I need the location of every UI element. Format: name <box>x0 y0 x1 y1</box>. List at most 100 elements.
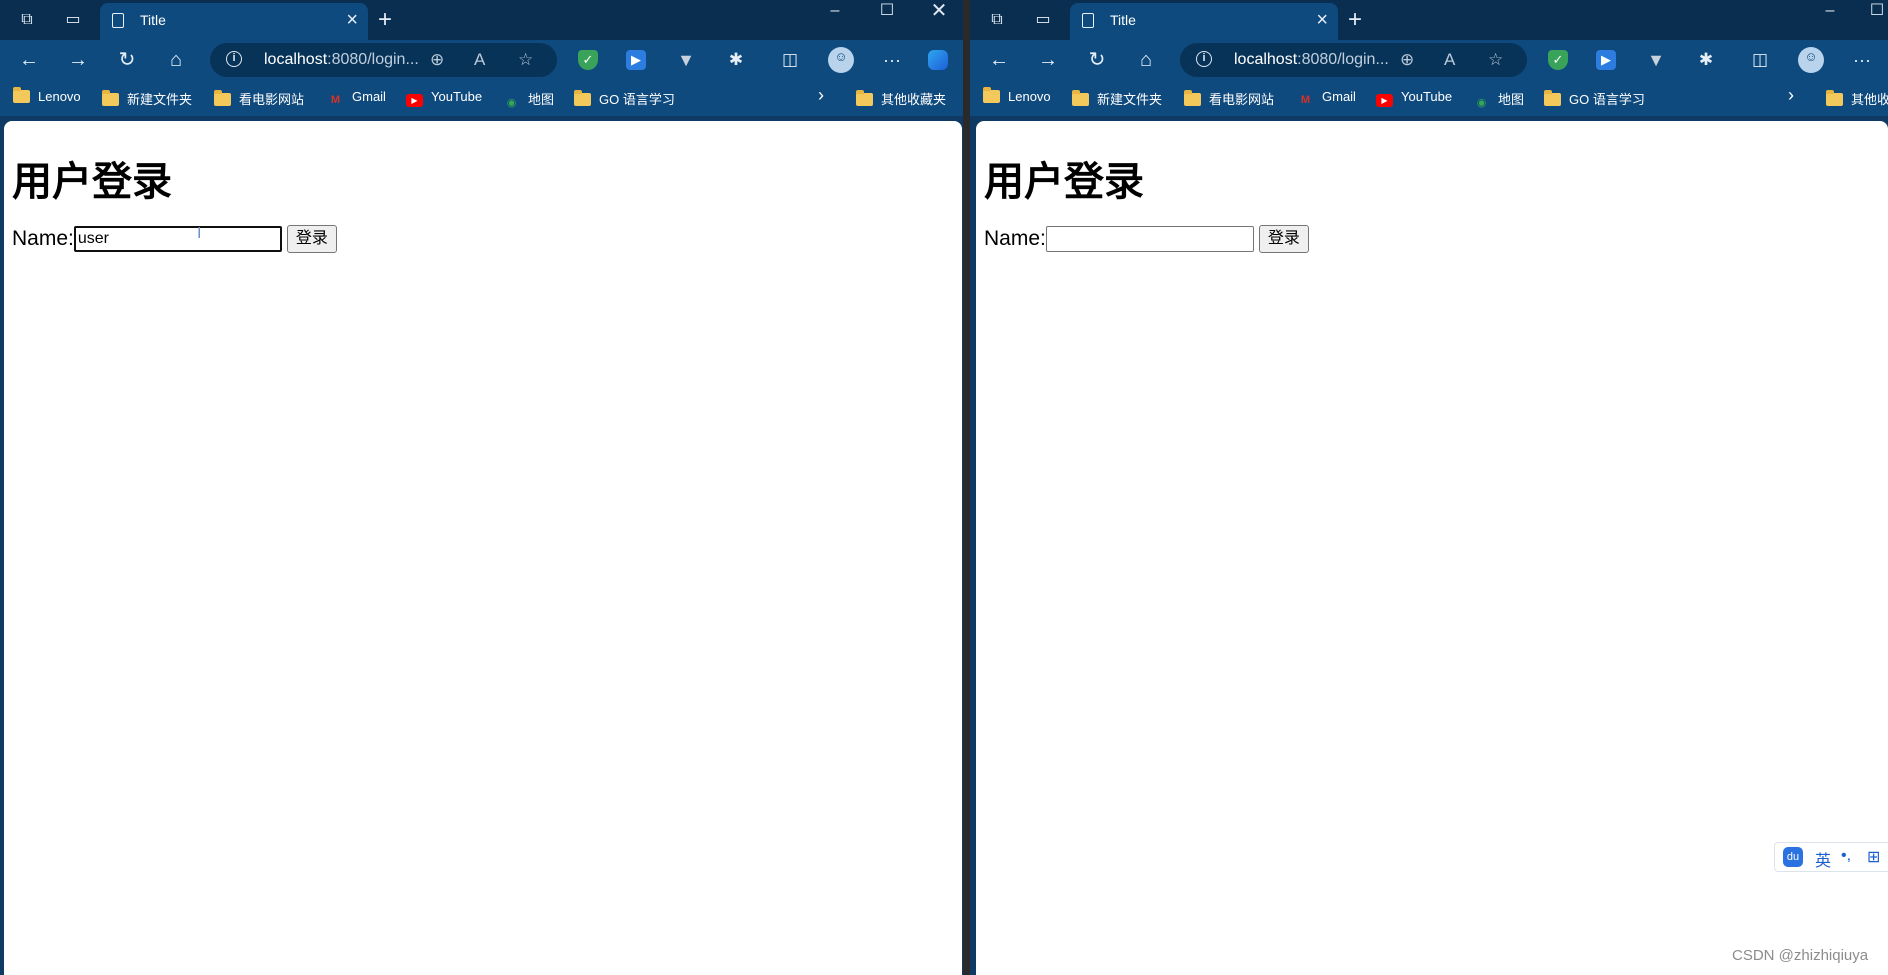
zoom-icon[interactable]: ⊕ <box>430 50 444 70</box>
bookmark-new-folder[interactable]: 新建文件夹 <box>102 89 192 108</box>
bookmark-go-learning[interactable]: GO 语言学习 <box>574 89 675 108</box>
login-button[interactable]: 登录 <box>286 225 337 253</box>
title-bar: ⧉ ▭ Title × + – ☐ <box>970 0 1888 40</box>
url-text: localhost:8080/login... <box>264 51 419 68</box>
tab-title: Title <box>140 12 166 28</box>
bookmark-lenovo[interactable]: Lenovo <box>983 87 1051 104</box>
zoom-icon[interactable]: ⊕ <box>1400 50 1414 70</box>
shield-extension-icon[interactable]: ✓ <box>1548 50 1568 70</box>
bookmark-youtube[interactable]: ▶ YouTube <box>406 89 482 107</box>
more-menu-icon[interactable]: ··· <box>1852 50 1872 70</box>
tab-active[interactable]: Title × <box>1070 3 1338 40</box>
ime-logo-icon[interactable]: du <box>1783 847 1803 867</box>
shield-extension-icon[interactable]: ✓ <box>578 50 598 70</box>
bookmark-new-folder[interactable]: 新建文件夹 <box>1072 89 1162 108</box>
tab-actions-icon[interactable]: ▭ <box>1033 10 1053 30</box>
login-button[interactable]: 登录 <box>1258 225 1309 253</box>
new-tab-icon[interactable]: + <box>1348 6 1362 34</box>
name-input[interactable]: user <box>73 226 282 252</box>
split-screen-icon[interactable]: ◫ <box>1750 50 1770 70</box>
minimize-icon[interactable]: – <box>812 0 858 26</box>
address-bar[interactable]: i localhost:8080/login... ⊕ A ☆ <box>210 43 557 77</box>
name-input[interactable] <box>1045 226 1254 252</box>
home-icon[interactable]: ⌂ <box>162 48 190 72</box>
forward-icon[interactable]: → <box>64 48 92 72</box>
site-info-icon[interactable]: i <box>1196 51 1212 67</box>
back-icon[interactable]: ← <box>985 48 1013 72</box>
folder-icon <box>1184 90 1201 106</box>
new-tab-icon[interactable]: + <box>378 6 392 34</box>
gmail-icon: M <box>330 94 341 106</box>
forward-icon[interactable]: → <box>1034 48 1062 72</box>
bookmarks-overflow-icon[interactable]: › <box>818 85 824 106</box>
browser-window-right: ⧉ ▭ Title × + – ☐ ← → ↻ ⌂ i localhost:80… <box>970 0 1888 975</box>
folder-icon <box>1072 90 1089 106</box>
tab-title: Title <box>1110 12 1136 28</box>
page-icon <box>1082 13 1094 28</box>
extensions-icon[interactable]: ✱ <box>726 50 746 70</box>
folder-icon <box>574 90 591 106</box>
youtube-icon: ▶ <box>1376 94 1393 107</box>
bookmark-lenovo[interactable]: Lenovo <box>13 87 81 104</box>
folder-icon <box>856 90 873 106</box>
extensions-icon[interactable]: ✱ <box>1696 50 1716 70</box>
maps-icon: ◉ <box>506 97 517 109</box>
bookmarks-bar: Lenovo 新建文件夹 看电影网站 M Gmail ▶ YouTube ◉ 地图 G… <box>970 80 1888 116</box>
bookmark-other-favorites[interactable]: 其他收藏夹 <box>856 89 946 108</box>
favorite-star-icon[interactable]: ☆ <box>518 50 533 70</box>
more-menu-icon[interactable]: ··· <box>882 50 902 70</box>
minimize-icon[interactable]: – <box>1807 0 1853 26</box>
bookmark-other-favorites[interactable]: 其他收 <box>1826 89 1888 108</box>
tab-active[interactable]: Title × <box>100 3 368 40</box>
close-window-icon[interactable]: ✕ <box>916 0 962 26</box>
bookmark-movies[interactable]: 看电影网站 <box>214 89 304 108</box>
back-icon[interactable]: ← <box>15 48 43 72</box>
workspaces-icon[interactable]: ⧉ <box>17 10 37 30</box>
ime-language-toggle[interactable]: 英 <box>1815 847 1831 871</box>
url-text: localhost:8080/login... <box>1234 51 1389 68</box>
video-extension-icon[interactable]: ▶ <box>626 50 646 70</box>
site-info-icon[interactable]: i <box>226 51 242 67</box>
maximize-icon[interactable]: ☐ <box>1854 0 1888 26</box>
read-aloud-icon[interactable]: A <box>474 50 485 70</box>
profile-avatar[interactable]: ☺ <box>1798 47 1824 73</box>
tab-actions-icon[interactable]: ▭ <box>63 10 83 30</box>
bookmark-movies[interactable]: 看电影网站 <box>1184 89 1274 108</box>
ime-toolbar[interactable]: du 英 •, ⊞ <box>1774 842 1888 872</box>
page-title: 用户登录 <box>984 159 1144 205</box>
bookmark-maps[interactable]: ◉ 地图 <box>1473 89 1524 110</box>
vue-extension-icon[interactable]: ▼ <box>676 50 696 70</box>
youtube-icon: ▶ <box>406 94 423 107</box>
profile-avatar[interactable]: ☺ <box>828 47 854 73</box>
vue-extension-icon[interactable]: ▼ <box>1646 50 1666 70</box>
read-aloud-icon[interactable]: A <box>1444 50 1455 70</box>
name-label: Name: <box>12 227 74 250</box>
maximize-icon[interactable]: ☐ <box>864 0 910 26</box>
name-label: Name: <box>984 227 1046 250</box>
folder-icon <box>214 90 231 106</box>
split-screen-icon[interactable]: ◫ <box>780 50 800 70</box>
video-extension-icon[interactable]: ▶ <box>1596 50 1616 70</box>
refresh-icon[interactable]: ↻ <box>1083 48 1111 72</box>
bookmarks-bar: Lenovo 新建文件夹 看电影网站 M Gmail ▶ YouTube ◉ 地图 G… <box>0 80 966 116</box>
home-icon[interactable]: ⌂ <box>1132 48 1160 72</box>
close-tab-icon[interactable]: × <box>346 9 358 32</box>
favorite-star-icon[interactable]: ☆ <box>1488 50 1503 70</box>
address-bar[interactable]: i localhost:8080/login... ⊕ A ☆ <box>1180 43 1527 77</box>
page-icon <box>112 13 124 28</box>
refresh-icon[interactable]: ↻ <box>113 48 141 72</box>
bookmark-gmail[interactable]: M Gmail <box>327 89 386 107</box>
ime-punctuation-toggle[interactable]: •, <box>1841 847 1851 865</box>
bookmark-gmail[interactable]: M Gmail <box>1297 89 1356 107</box>
bookmark-maps[interactable]: ◉ 地图 <box>503 89 554 110</box>
copilot-icon[interactable] <box>928 50 948 70</box>
close-tab-icon[interactable]: × <box>1316 9 1328 32</box>
navigation-toolbar: ← → ↻ ⌂ i localhost:8080/login... ⊕ A ☆ … <box>0 40 966 80</box>
ime-menu-icon[interactable]: ⊞ <box>1867 847 1880 867</box>
workspaces-icon[interactable]: ⧉ <box>987 10 1007 30</box>
title-bar: ⧉ ▭ Title × + – ☐ ✕ <box>0 0 966 40</box>
bookmark-go-learning[interactable]: GO 语言学习 <box>1544 89 1645 108</box>
bookmarks-overflow-icon[interactable]: › <box>1788 85 1794 106</box>
bookmark-youtube[interactable]: ▶ YouTube <box>1376 89 1452 107</box>
login-form: Name: 登录 <box>984 225 1309 253</box>
